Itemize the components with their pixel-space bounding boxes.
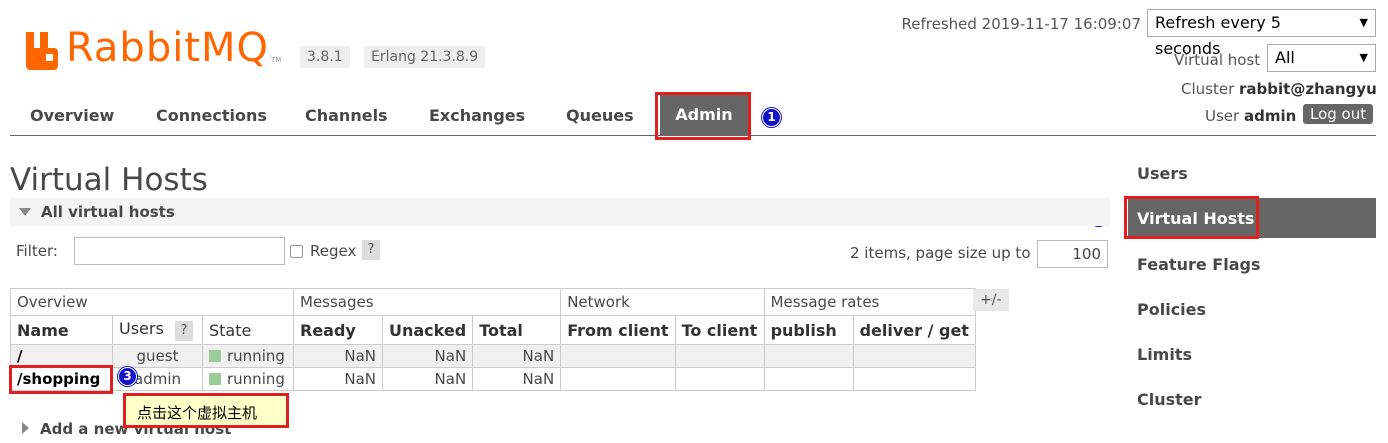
- step-3-badge: 3: [118, 367, 137, 386]
- vhost-deliver-get: [852, 367, 976, 391]
- state-label: running: [227, 347, 285, 365]
- table-column-header: Name Users ? State Ready Unacked Total F…: [10, 315, 976, 345]
- collapse-triangle-icon: [19, 208, 31, 216]
- regex-checkbox[interactable]: [290, 245, 303, 258]
- group-overview: Overview: [10, 288, 294, 316]
- vhost-users: guest: [112, 344, 203, 368]
- vhost-total: NaN: [472, 367, 562, 391]
- col-users-label: Users: [119, 319, 164, 338]
- vhost-ready: NaN: [293, 344, 383, 368]
- col-users[interactable]: Users ?: [112, 315, 203, 345]
- col-total[interactable]: Total: [472, 315, 562, 345]
- version-badge: 3.8.1: [300, 46, 350, 68]
- highlight-virtual-hosts: [1124, 196, 1259, 239]
- trademark: TM: [271, 56, 282, 64]
- vhost-unacked: NaN: [381, 344, 474, 368]
- col-to-client[interactable]: To client: [674, 315, 765, 345]
- refresh-interval-select[interactable]: Refresh every 5 seconds ▼: [1147, 9, 1376, 58]
- tab-queues[interactable]: Queues: [566, 106, 634, 125]
- virtual-host-select[interactable]: All ▼: [1267, 44, 1376, 72]
- vhost-publish: [763, 367, 854, 391]
- vhost-unacked: NaN: [381, 367, 474, 391]
- annotation-tooltip: 点击这个虚拟主机: [123, 393, 289, 428]
- col-name[interactable]: Name: [10, 315, 113, 345]
- erlang-version-badge: Erlang 21.3.8.9: [364, 46, 486, 68]
- page-title: Virtual Hosts: [10, 162, 208, 198]
- filter-label: Filter:: [16, 242, 58, 260]
- table-group-header: Overview Messages Network Message rates: [10, 288, 976, 316]
- sidebar-item-feature-flags[interactable]: Feature Flags: [1137, 255, 1260, 274]
- table-row[interactable]: /shopping admin running NaN NaN NaN: [10, 367, 976, 391]
- highlight-admin-tab: [655, 92, 751, 140]
- page-size-input[interactable]: 100: [1037, 240, 1108, 268]
- tab-exchanges[interactable]: Exchanges: [429, 106, 525, 125]
- rabbit-logo-icon: [24, 28, 62, 70]
- vhost-ready: NaN: [293, 367, 383, 391]
- table-row[interactable]: / guest running NaN NaN NaN: [10, 344, 976, 368]
- group-message-rates: Message rates: [763, 288, 976, 316]
- items-count-label: 2 items, page size up to: [850, 244, 1031, 262]
- col-ready[interactable]: Ready: [293, 315, 383, 345]
- regex-label: Regex: [310, 242, 357, 260]
- section-title: All virtual hosts: [41, 203, 175, 221]
- step-1-badge: 1: [762, 108, 781, 127]
- virtual-host-value: All: [1275, 48, 1295, 67]
- col-from-client[interactable]: From client: [560, 315, 676, 345]
- group-network: Network: [560, 288, 765, 316]
- sidebar-item-cluster[interactable]: Cluster: [1137, 390, 1202, 409]
- state-label: running: [227, 370, 285, 388]
- vhost-state: running: [202, 367, 294, 391]
- filter-input[interactable]: [74, 237, 285, 265]
- section-all-virtual-hosts[interactable]: All virtual hosts: [10, 198, 1110, 226]
- vhost-to-client: [674, 367, 765, 391]
- tab-channels[interactable]: Channels: [305, 106, 388, 125]
- col-deliver-get[interactable]: deliver / get: [852, 315, 976, 345]
- highlight-shopping-vhost: [9, 365, 113, 394]
- app-name: RabbitMQ: [66, 25, 269, 71]
- vhost-to-client: [674, 344, 765, 368]
- col-unacked[interactable]: Unacked: [381, 315, 474, 345]
- running-status-icon: [209, 373, 221, 385]
- group-messages: Messages: [292, 288, 562, 316]
- dropdown-arrow-icon: ▼: [1359, 51, 1368, 64]
- tab-connections[interactable]: Connections: [156, 106, 267, 125]
- tab-overview[interactable]: Overview: [30, 106, 114, 125]
- running-status-icon: [209, 350, 221, 362]
- vhost-deliver-get: [852, 344, 976, 368]
- vhost-state: running: [202, 344, 294, 368]
- vhost-from-client: [560, 344, 676, 368]
- expand-triangle-icon: [22, 422, 29, 434]
- virtual-hosts-table: Overview Messages Network Message rates …: [10, 288, 976, 391]
- sidebar-item-limits[interactable]: Limits: [1137, 345, 1192, 364]
- users-help-button[interactable]: ?: [174, 321, 193, 341]
- rabbitmq-logo[interactable]: RabbitMQ TM: [24, 20, 281, 70]
- vhost-total: NaN: [472, 344, 562, 368]
- vhost-from-client: [560, 367, 676, 391]
- sidebar-item-policies[interactable]: Policies: [1137, 300, 1206, 319]
- col-publish[interactable]: publish: [763, 315, 854, 345]
- virtual-host-label: Virtual host: [1174, 51, 1261, 69]
- col-state[interactable]: State: [202, 315, 294, 345]
- regex-help-button[interactable]: ?: [362, 240, 380, 260]
- sidebar-item-users[interactable]: Users: [1137, 164, 1188, 183]
- refreshed-timestamp: Refreshed 2019-11-17 16:09:07: [901, 15, 1141, 33]
- dropdown-arrow-icon: ▼: [1359, 16, 1368, 29]
- columns-toggle-button[interactable]: +/-: [973, 289, 1009, 311]
- vhost-publish: [763, 344, 854, 368]
